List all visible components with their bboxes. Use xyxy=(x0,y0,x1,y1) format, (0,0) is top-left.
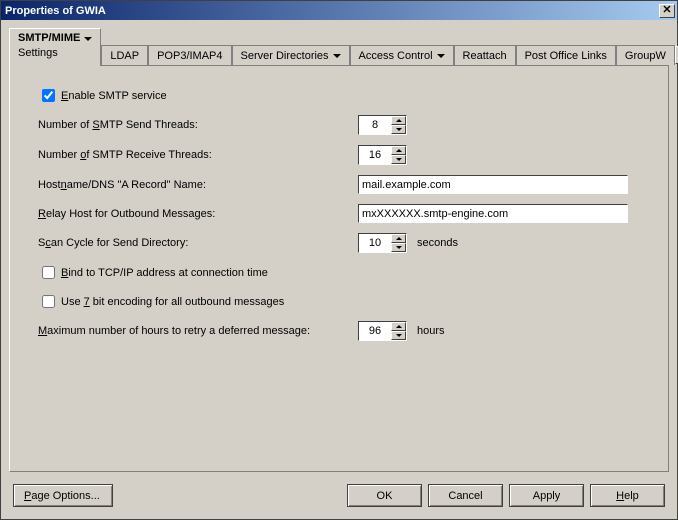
tab-smtp-mime[interactable]: SMTP/MIME Settings xyxy=(9,28,101,66)
send-threads-input[interactable] xyxy=(359,116,391,134)
tab-server-directories[interactable]: Server Directories xyxy=(232,45,350,65)
tab-groupwise[interactable]: GroupW xyxy=(616,45,675,65)
row-retry: Maximum number of hours to retry a defer… xyxy=(38,321,640,341)
recv-threads-label: Number of SMTP Receive Threads: xyxy=(38,149,358,161)
row-bind: Bind to TCP/IP address at connection tim… xyxy=(38,263,640,282)
tab-post-office-links[interactable]: Post Office Links xyxy=(516,45,616,65)
arrow-up-icon xyxy=(396,325,402,328)
send-threads-label: Number of SMTP Send Threads: xyxy=(38,119,358,131)
arrow-down-icon xyxy=(396,128,402,131)
seven-bit-checkbox[interactable] xyxy=(42,295,55,308)
row-enable-smtp: Enable SMTP service xyxy=(38,86,640,105)
row-send-threads: Number of SMTP Send Threads: xyxy=(38,115,640,135)
arrow-down-icon xyxy=(396,334,402,337)
ok-button[interactable]: OK xyxy=(347,484,422,507)
tab-bar: SMTP/MIME Settings LDAP POP3/IMAP4 Serve… xyxy=(9,28,669,66)
spin-down[interactable] xyxy=(391,125,406,134)
send-threads-spinner[interactable] xyxy=(358,115,407,135)
retry-input[interactable] xyxy=(359,322,391,340)
seven-bit-label: Use 7 bit encoding for all outbound mess… xyxy=(61,296,284,308)
relay-label: Relay Host for Outbound Messages: xyxy=(38,208,358,220)
spin-down[interactable] xyxy=(391,331,406,340)
page-options-button[interactable]: Page Options... xyxy=(13,484,113,507)
retry-label: Maximum number of hours to retry a defer… xyxy=(38,325,358,337)
chevron-down-icon xyxy=(437,54,445,58)
row-seven-bit: Use 7 bit encoding for all outbound mess… xyxy=(38,292,640,311)
scan-label: Scan Cycle for Send Directory: xyxy=(38,237,358,249)
row-hostname: Hostname/DNS "A Record" Name: xyxy=(38,175,640,194)
tab-reattach[interactable]: Reattach xyxy=(454,45,516,65)
enable-smtp-checkbox[interactable] xyxy=(42,89,55,102)
help-button[interactable]: Help xyxy=(590,484,665,507)
arrow-down-icon xyxy=(396,246,402,249)
retry-suffix: hours xyxy=(417,325,445,337)
tab-ldap[interactable]: LDAP xyxy=(101,45,148,65)
arrow-up-icon xyxy=(396,149,402,152)
scan-spinner[interactable] xyxy=(358,233,407,253)
row-relay: Relay Host for Outbound Messages: xyxy=(38,204,640,223)
retry-spinner[interactable] xyxy=(358,321,407,341)
tab-content: Enable SMTP service Number of SMTP Send … xyxy=(9,66,669,472)
dialog-window: Properties of GWIA ✕ SMTP/MIME Settings … xyxy=(0,0,678,520)
tab-pop3-imap4[interactable]: POP3/IMAP4 xyxy=(148,45,231,65)
scan-suffix: seconds xyxy=(417,237,458,249)
spin-up[interactable] xyxy=(391,322,406,331)
spin-up[interactable] xyxy=(391,116,406,125)
enable-smtp-label: Enable SMTP service xyxy=(61,90,167,102)
arrow-down-icon xyxy=(396,158,402,161)
spin-down[interactable] xyxy=(391,243,406,252)
tab-subtitle: Settings xyxy=(18,47,58,59)
scan-input[interactable] xyxy=(359,234,391,252)
recv-threads-input[interactable] xyxy=(359,146,391,164)
hostname-input[interactable] xyxy=(358,175,628,194)
button-bar: Page Options... OK Cancel Apply Help xyxy=(1,478,677,519)
chevron-down-icon xyxy=(84,37,92,41)
spin-down[interactable] xyxy=(391,155,406,164)
relay-input[interactable] xyxy=(358,204,628,223)
titlebar: Properties of GWIA ✕ xyxy=(1,1,677,20)
close-icon: ✕ xyxy=(662,4,671,16)
cancel-button[interactable]: Cancel xyxy=(428,484,503,507)
hostname-label: Hostname/DNS "A Record" Name: xyxy=(38,179,358,191)
spin-up[interactable] xyxy=(391,146,406,155)
apply-button[interactable]: Apply xyxy=(509,484,584,507)
chevron-down-icon xyxy=(333,54,341,58)
bind-label: Bind to TCP/IP address at connection tim… xyxy=(61,267,268,279)
arrow-up-icon xyxy=(396,237,402,240)
recv-threads-spinner[interactable] xyxy=(358,145,407,165)
close-button[interactable]: ✕ xyxy=(659,4,675,18)
arrow-up-icon xyxy=(396,119,402,122)
bind-checkbox[interactable] xyxy=(42,266,55,279)
row-scan: Scan Cycle for Send Directory: seconds xyxy=(38,233,640,253)
spin-up[interactable] xyxy=(391,234,406,243)
tab-access-control[interactable]: Access Control xyxy=(350,45,454,65)
window-title: Properties of GWIA xyxy=(5,5,659,17)
row-recv-threads: Number of SMTP Receive Threads: xyxy=(38,145,640,165)
